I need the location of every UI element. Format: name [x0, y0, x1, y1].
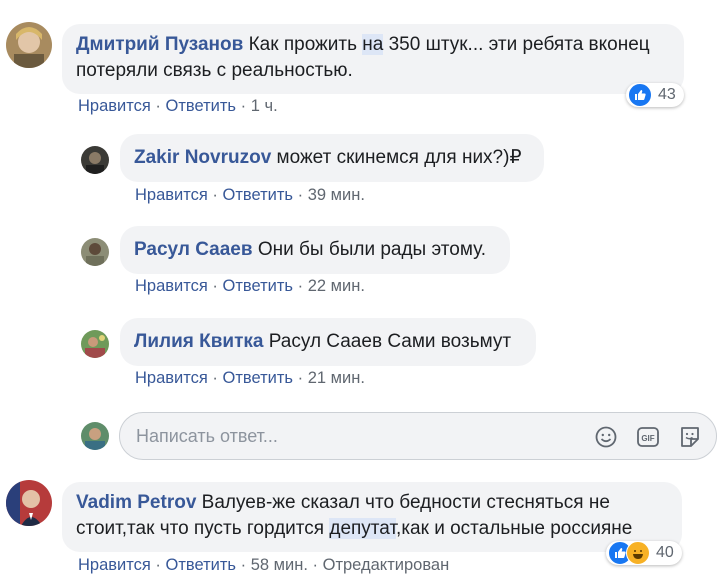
reply-input[interactable]: Написать ответ... GIF	[119, 412, 717, 460]
edited-label[interactable]: Отредактирован	[323, 556, 450, 574]
reply-author[interactable]: Лилия Квитка	[134, 331, 263, 352]
reply-text: может скинемся для них?)₽	[276, 147, 522, 168]
timestamp[interactable]: 21 мин.	[308, 369, 365, 387]
timestamp[interactable]: 39 мин.	[308, 186, 365, 204]
like-link[interactable]: Нравится	[135, 369, 208, 387]
haha-reaction-icon	[626, 541, 650, 565]
current-user-avatar	[81, 422, 109, 450]
gif-icon[interactable]: GIF	[636, 425, 660, 449]
reply-actions: Нравится · Ответить · 39 мин.	[135, 186, 365, 205]
reaction-count: 40	[656, 544, 674, 561]
highlight-word[interactable]: депутат	[329, 518, 397, 539]
reply-bubble: Расул Саaев Они бы были рады этому.	[120, 226, 510, 274]
reactions-count[interactable]: 40	[606, 541, 682, 565]
separator: ·	[212, 277, 218, 295]
reply-link[interactable]: Ответить	[223, 277, 294, 295]
avatar-rasul[interactable]	[81, 238, 109, 266]
reply-author[interactable]: Расул Саaев	[134, 239, 253, 260]
reply-actions: Нравится · Ответить · 22 мин.	[135, 277, 365, 296]
separator: ·	[240, 556, 247, 574]
reply-link[interactable]: Ответить	[223, 186, 294, 204]
separator: ·	[312, 556, 319, 574]
like-link[interactable]: Нравится	[78, 97, 151, 115]
like-link[interactable]: Нравится	[135, 186, 208, 204]
like-reaction-icon	[628, 83, 652, 107]
timestamp[interactable]: 22 мин.	[308, 277, 365, 295]
comment-bubble: Дмитрий Пузанов Как прожить на 350 штук.…	[62, 24, 684, 94]
sticker-icon[interactable]	[678, 425, 702, 449]
reply-placeholder: Написать ответ...	[136, 426, 278, 446]
separator: ·	[297, 186, 304, 204]
reply-link[interactable]: Ответить	[166, 556, 237, 574]
separator: ·	[212, 369, 218, 387]
reply-text: Расул Саaев Сами возьмут	[268, 331, 512, 352]
reactions-count[interactable]: 43	[626, 83, 684, 107]
reply-actions: Нравится · Ответить · 21 мин.	[135, 369, 365, 388]
reply-author[interactable]: Zakir Novruzov	[134, 147, 271, 168]
separator: ·	[297, 277, 304, 295]
comment-author[interactable]: Vadim Petrov	[76, 492, 196, 513]
reaction-count: 43	[658, 86, 676, 103]
timestamp[interactable]: 1 ч.	[251, 97, 278, 115]
separator: ·	[240, 97, 247, 115]
reply-bubble: Zakir Novruzov может скинемся для них?)₽	[120, 134, 544, 182]
svg-text:GIF: GIF	[641, 434, 654, 443]
reply-text: Они бы были рады этому.	[257, 239, 486, 260]
avatar-zakir[interactable]	[81, 146, 109, 174]
comment-bubble: Vadim Petrov Валуев-же сказал что беднос…	[62, 482, 682, 552]
like-link[interactable]: Нравится	[135, 277, 208, 295]
separator: ·	[212, 186, 218, 204]
highlight-word[interactable]: на	[362, 34, 384, 55]
separator: ·	[155, 97, 161, 115]
timestamp[interactable]: 58 мин.	[251, 556, 308, 574]
reply-bubble: Лилия Квитка Расул Саaев Сами возьмут	[120, 318, 536, 366]
avatar-dmitry[interactable]	[6, 22, 52, 68]
emoji-icon[interactable]	[594, 425, 618, 449]
reply-link[interactable]: Ответить	[223, 369, 294, 387]
comment-author[interactable]: Дмитрий Пузанов	[76, 34, 243, 55]
separator: ·	[297, 369, 304, 387]
reply-link[interactable]: Ответить	[166, 97, 237, 115]
avatar-liliya[interactable]	[81, 330, 109, 358]
separator: ·	[155, 556, 161, 574]
avatar-vadim[interactable]	[6, 480, 52, 526]
comment-actions: Нравится · Ответить · 58 мин. · Отредакт…	[78, 556, 449, 575]
comment-actions: Нравится · Ответить · 1 ч.	[78, 97, 278, 116]
like-link[interactable]: Нравится	[78, 556, 151, 574]
